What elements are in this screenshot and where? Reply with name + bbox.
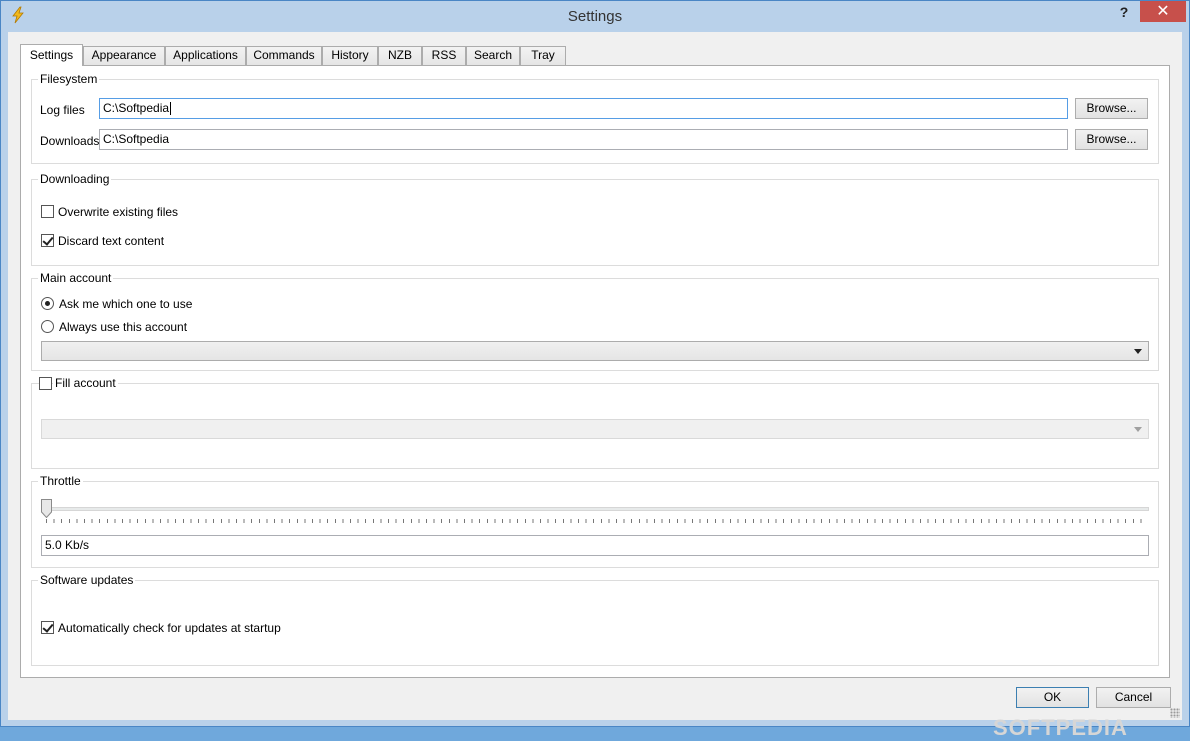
browse-downloads-button[interactable]: Browse... <box>1075 129 1148 150</box>
log-files-input[interactable]: C:\Softpedia <box>99 98 1068 119</box>
ok-button[interactable]: OK <box>1016 687 1089 708</box>
tab-appearance[interactable]: Appearance <box>83 46 165 65</box>
dialog-client: Settings Appearance Applications Command… <box>8 32 1182 740</box>
filesystem-group: Filesystem Log files C:\Softpedia Browse… <box>31 72 1159 164</box>
fill-account-select <box>41 419 1149 439</box>
overwrite-checkbox[interactable] <box>41 205 54 218</box>
help-button[interactable]: ? <box>1109 1 1139 23</box>
throttle-slider-handle[interactable] <box>41 499 52 518</box>
filesystem-title: Filesystem <box>38 72 100 86</box>
main-account-title: Main account <box>38 271 114 285</box>
throttle-slider-track[interactable] <box>41 507 1149 511</box>
throttle-ticks <box>46 519 1146 523</box>
tab-applications[interactable]: Applications <box>165 46 246 65</box>
tab-nzb[interactable]: NZB <box>378 46 422 65</box>
log-files-value: C:\Softpedia <box>103 101 170 115</box>
overwrite-label[interactable]: Overwrite existing files <box>58 205 178 219</box>
watermark-logo: SOFTPEDIA <box>993 715 1128 740</box>
discard-label[interactable]: Discard text content <box>58 234 164 248</box>
discard-checkbox[interactable] <box>41 234 54 247</box>
settings-window: Settings ? ✕ Settings Appearance Applica… <box>0 0 1190 740</box>
cancel-button[interactable]: Cancel <box>1096 687 1171 708</box>
text-caret <box>170 102 172 116</box>
chevron-down-icon <box>1134 349 1142 354</box>
software-updates-group: Software updates Automatically check for… <box>31 573 1159 666</box>
tab-rss[interactable]: RSS <box>422 46 466 65</box>
fill-account-group: Fill account <box>31 376 1159 469</box>
tab-settings[interactable]: Settings <box>20 44 83 66</box>
ask-radio[interactable] <box>41 297 54 310</box>
fill-account-checkbox[interactable] <box>39 377 52 390</box>
downloads-value: C:\Softpedia <box>103 132 170 146</box>
always-radio[interactable] <box>41 320 54 333</box>
auto-update-label[interactable]: Automatically check for updates at start… <box>58 621 281 635</box>
close-button[interactable]: ✕ <box>1140 1 1186 22</box>
downloading-group: Downloading Overwrite existing files Dis… <box>31 172 1159 266</box>
tab-tray[interactable]: Tray <box>520 46 566 65</box>
throttle-value-field[interactable]: 5.0 Kb/s <box>41 535 1149 556</box>
resize-grip-icon[interactable] <box>1170 708 1180 718</box>
title-bar[interactable]: Settings ? ✕ <box>1 1 1189 32</box>
window-title: Settings <box>567 8 623 25</box>
auto-update-checkbox[interactable] <box>41 621 54 634</box>
software-updates-title: Software updates <box>38 573 136 587</box>
throttle-title: Throttle <box>38 474 83 488</box>
tab-search[interactable]: Search <box>466 46 520 65</box>
throttle-value: 5.0 Kb/s <box>45 538 90 552</box>
browse-log-button[interactable]: Browse... <box>1075 98 1148 119</box>
main-account-select[interactable] <box>41 341 1149 361</box>
downloads-label: Downloads <box>40 134 100 148</box>
chevron-down-icon <box>1134 427 1142 432</box>
downloads-input[interactable]: C:\Softpedia <box>99 129 1068 150</box>
main-account-group: Main account Ask me which one to use Alw… <box>31 271 1159 371</box>
always-label[interactable]: Always use this account <box>59 320 187 334</box>
downloading-title: Downloading <box>38 172 112 186</box>
tab-commands[interactable]: Commands <box>246 46 322 65</box>
settings-tab-pane: Filesystem Log files C:\Softpedia Browse… <box>20 65 1170 678</box>
tab-history[interactable]: History <box>322 46 378 65</box>
ask-label[interactable]: Ask me which one to use <box>59 297 192 311</box>
throttle-group: Throttle 5.0 Kb/s <box>31 474 1159 568</box>
fill-account-label[interactable]: Fill account <box>53 376 118 390</box>
log-files-label: Log files <box>40 103 85 117</box>
